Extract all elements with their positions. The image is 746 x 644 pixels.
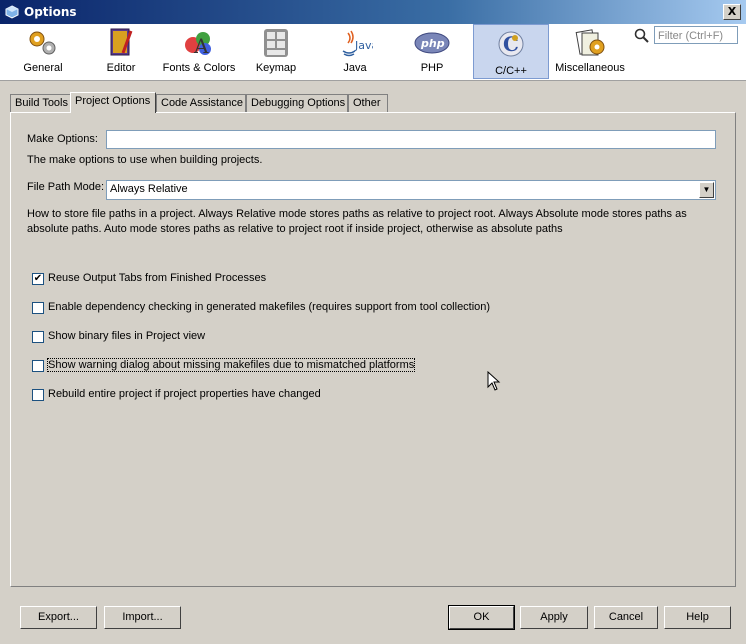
category-cpp[interactable]: C C/C++ <box>473 24 549 79</box>
make-options-field[interactable] <box>106 130 716 149</box>
checkbox-label: Enable dependency checking in generated … <box>48 301 491 313</box>
keyboard-icon <box>264 29 288 57</box>
editor-book-icon <box>110 28 133 56</box>
category-label: Miscellaneous <box>555 62 625 74</box>
mouse-cursor-icon <box>487 371 501 391</box>
file-path-mode-select[interactable]: Always Relative ▼ <box>106 180 716 200</box>
tab-build-tools[interactable]: Build Tools <box>10 94 71 112</box>
category-label: Java <box>343 62 367 74</box>
apply-button[interactable]: Apply <box>520 606 588 629</box>
file-path-mode-label: File Path Mode: <box>27 181 105 193</box>
import-button[interactable]: Import... <box>104 606 181 629</box>
checkbox-rebuild-entire-project[interactable] <box>32 389 44 401</box>
make-options-help: The make options to use when building pr… <box>27 154 263 166</box>
category-java[interactable]: Java Java <box>318 24 392 78</box>
title-bar: Options X <box>0 0 746 24</box>
tab-code-assistance[interactable]: Code Assistance <box>156 94 246 112</box>
category-label: Fonts & Colors <box>162 62 236 74</box>
checkbox-show-binary-files[interactable] <box>32 331 44 343</box>
category-keymap[interactable]: Keymap <box>244 24 308 78</box>
misc-icon <box>575 29 605 56</box>
svg-text:Java: Java <box>354 39 373 52</box>
category-php[interactable]: php PHP <box>400 24 464 78</box>
checkbox-label: Rebuild entire project if project proper… <box>48 388 321 400</box>
export-button[interactable]: Export... <box>20 606 97 629</box>
ok-button[interactable]: OK <box>448 605 515 630</box>
dropdown-arrow-icon[interactable]: ▼ <box>699 182 714 198</box>
search-icon <box>634 28 649 43</box>
checkbox-reuse-output-tabs[interactable]: ✔ <box>32 273 44 285</box>
cpp-icon: C <box>498 31 524 57</box>
category-label: General <box>23 62 63 74</box>
checkbox-label: Reuse Output Tabs from Finished Processe… <box>48 272 267 284</box>
file-path-mode-help-line-1: How to store file paths in a project. Al… <box>27 208 687 220</box>
file-path-mode-help-line-2: absolute paths. Auto mode stores paths a… <box>27 223 563 235</box>
category-label: Editor <box>106 62 136 74</box>
filter-input[interactable]: Filter (Ctrl+F) <box>654 26 738 44</box>
help-button[interactable]: Help <box>664 606 731 629</box>
cancel-button[interactable]: Cancel <box>594 606 658 629</box>
tab-other[interactable]: Other <box>348 94 388 112</box>
tab-debugging-options[interactable]: Debugging Options <box>246 94 348 112</box>
checkbox-label: Show binary files in Project view <box>48 330 206 342</box>
checkbox-show-warning-dialog[interactable] <box>32 360 44 372</box>
category-fonts-colors[interactable]: A Fonts & Colors <box>158 24 240 78</box>
java-icon: Java <box>342 30 373 57</box>
fonts-colors-icon: A <box>185 32 211 58</box>
checkbox-dependency-checking[interactable] <box>32 302 44 314</box>
file-path-mode-value: Always Relative <box>110 183 188 195</box>
category-label: C/C++ <box>495 65 527 77</box>
close-button[interactable]: X <box>723 4 741 20</box>
category-editor[interactable]: Editor <box>86 24 156 78</box>
tab-project-options[interactable]: Project Options <box>70 92 156 113</box>
category-label: Keymap <box>255 62 297 74</box>
category-label: PHP <box>420 62 444 74</box>
netbeans-cube-icon <box>5 5 19 19</box>
category-miscellaneous[interactable]: Miscellaneous <box>552 24 628 78</box>
window-title: Options <box>24 5 77 19</box>
svg-text:A: A <box>193 34 209 58</box>
php-icon: php <box>414 32 450 54</box>
gears-icon <box>29 31 56 55</box>
checkbox-label: Show warning dialog about missing makefi… <box>46 358 416 372</box>
category-toolbar: General Editor A Fonts & Colors Keymap J… <box>0 24 746 81</box>
svg-text:php: php <box>420 37 445 50</box>
make-options-label: Make Options: <box>27 133 98 145</box>
category-general[interactable]: General <box>4 24 82 78</box>
